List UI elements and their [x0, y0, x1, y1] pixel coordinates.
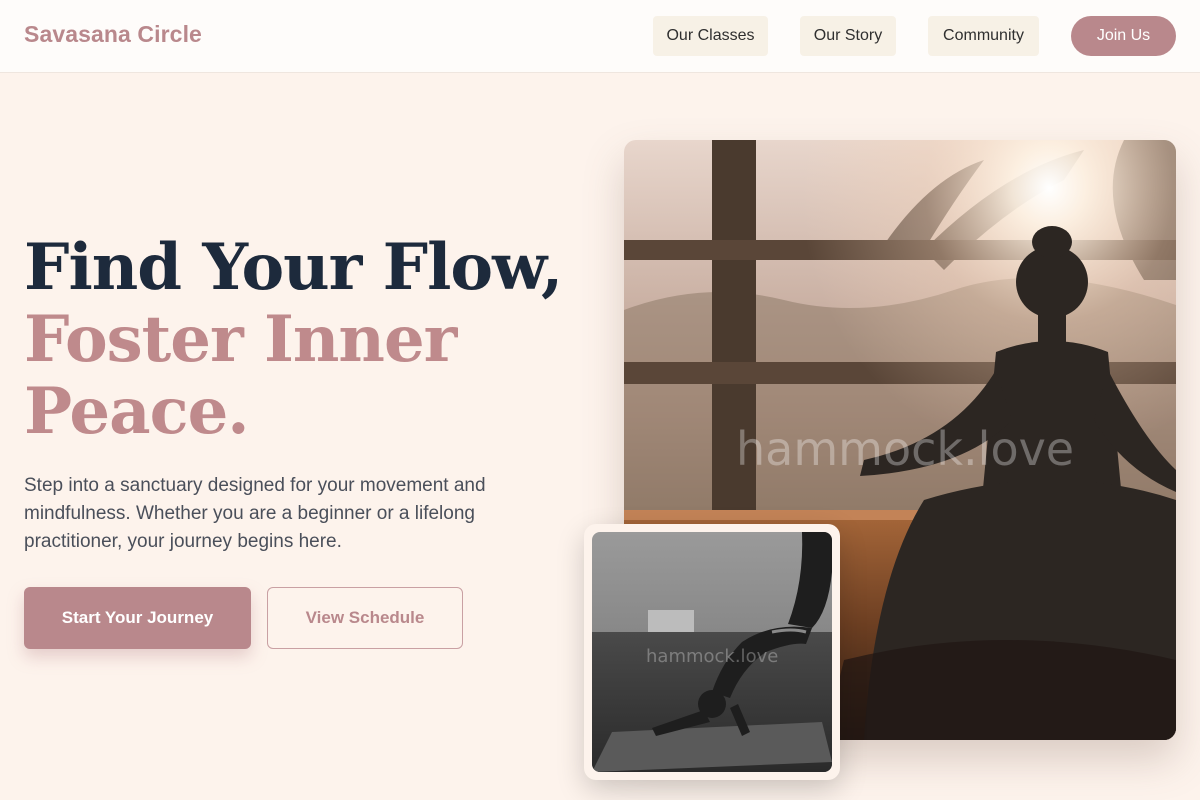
- hero-headline-line-2: Foster Inner: [24, 302, 457, 377]
- start-journey-button[interactable]: Start Your Journey: [24, 587, 251, 649]
- nav-our-classes[interactable]: Our Classes: [653, 16, 768, 56]
- join-us-button[interactable]: Join Us: [1071, 16, 1176, 56]
- hero-headline-line-1: Find Your Flow,: [24, 230, 563, 305]
- top-navigation: Savasana Circle Our Classes Our Story Co…: [0, 0, 1200, 73]
- view-schedule-button[interactable]: View Schedule: [267, 587, 463, 649]
- hero-description: Step into a sanctuary designed for your …: [24, 475, 486, 552]
- inset-photo-frame: hammock.love: [584, 524, 840, 780]
- hero-headline-line-3: Peace.: [24, 374, 250, 449]
- downward-dog-photo: hammock.love: [592, 532, 832, 772]
- main-photo-watermark: hammock.love: [736, 422, 1075, 476]
- nav-community[interactable]: Community: [928, 16, 1039, 56]
- inset-photo-watermark: hammock.love: [646, 646, 779, 667]
- nav-our-story[interactable]: Our Story: [800, 16, 896, 56]
- brand-logo[interactable]: Savasana Circle: [24, 21, 202, 48]
